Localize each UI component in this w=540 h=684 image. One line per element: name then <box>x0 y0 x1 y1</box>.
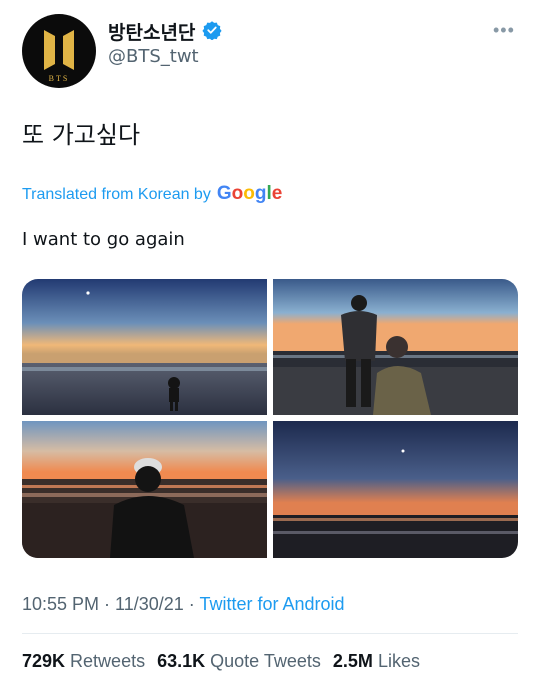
meta-separator: · <box>99 594 116 614</box>
likes-label: Likes <box>377 651 420 671</box>
bts-logo: BTS <box>44 30 74 83</box>
quote-tweets-count: 63.1K <box>157 651 206 671</box>
tweet-date[interactable]: 11/30/21 <box>115 594 184 614</box>
tweet-text: 또 가고싶다 <box>22 121 141 149</box>
retweets-label: Retweets <box>70 651 146 671</box>
user-handle[interactable]: @BTS_twt <box>108 46 199 67</box>
retweets-count: 729K <box>22 651 66 671</box>
retweets-stat[interactable]: 729K Retweets <box>22 651 145 672</box>
meta-separator: · <box>183 594 200 614</box>
avatar[interactable]: BTS <box>22 14 96 88</box>
tweet-source-link[interactable]: Twitter for Android <box>199 594 344 614</box>
photo-3[interactable] <box>22 421 267 558</box>
logo-text: BTS <box>49 74 70 83</box>
photo-2[interactable] <box>273 279 518 415</box>
likes-stat[interactable]: 2.5M Likes <box>333 651 420 672</box>
google-logo: Google <box>216 183 283 204</box>
more-options-icon[interactable]: ••• <box>493 20 515 41</box>
quote-tweets-label: Quote Tweets <box>210 651 321 671</box>
translation-attribution[interactable]: Translated from Korean by Google <box>22 183 282 205</box>
verified-badge-icon <box>202 21 222 40</box>
divider <box>22 633 518 634</box>
tweet-meta: 10:55 PM · 11/30/21 · Twitter for Androi… <box>22 594 345 615</box>
tweet-time[interactable]: 10:55 PM <box>22 594 99 614</box>
display-name[interactable]: 방탄소년단 <box>108 18 195 45</box>
engagement-stats: 729K Retweets 63.1K Quote Tweets 2.5M Li… <box>22 651 432 672</box>
photo-grid <box>22 279 518 558</box>
translated-from-label: Translated from Korean by <box>22 186 211 203</box>
quote-tweets-stat[interactable]: 63.1K Quote Tweets <box>157 651 321 672</box>
likes-count: 2.5M <box>332 651 373 671</box>
photo-1[interactable] <box>22 279 267 415</box>
translated-text: I want to go again <box>22 229 185 250</box>
photo-4[interactable] <box>273 421 518 558</box>
